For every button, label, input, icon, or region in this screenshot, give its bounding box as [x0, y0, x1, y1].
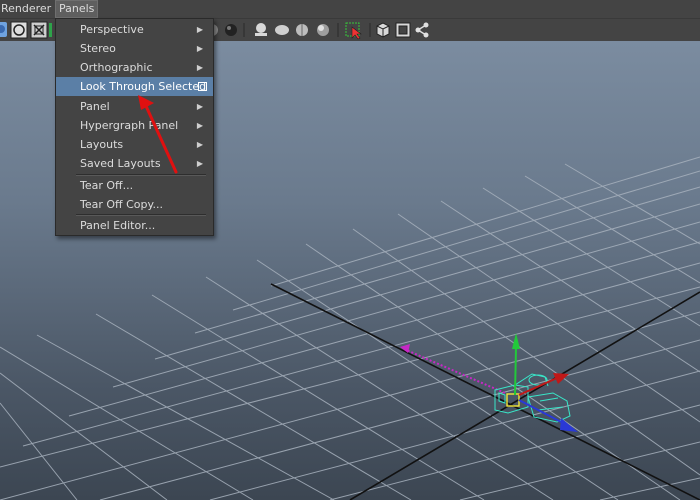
triangle-right-icon: ▶: [196, 25, 203, 34]
menu-item-label: Look Through Selected: [80, 80, 207, 93]
menu-item-tear-off-copy[interactable]: Tear Off Copy...: [56, 195, 213, 214]
triangle-right-icon: ▶: [196, 159, 203, 168]
menu-item-label: Saved Layouts: [80, 157, 161, 170]
menu-item-label: Stereo: [80, 42, 116, 55]
menu-item-look-through-selected[interactable]: Look Through Selected: [56, 77, 213, 96]
smooth-shade-icon[interactable]: [10, 21, 28, 39]
ao-icon[interactable]: [275, 25, 289, 35]
menu-item-label: Layouts: [80, 138, 124, 151]
menu-item-label: Panel: [80, 100, 110, 113]
light-icon[interactable]: [255, 23, 267, 36]
menu-item-perspective[interactable]: Perspective ▶: [56, 20, 213, 39]
menu-bar: Renderer Panels: [0, 0, 700, 18]
menu-item-hypergraph-panel[interactable]: Hypergraph Panel ▶: [56, 116, 213, 135]
z-axis-arrow[interactable]: [560, 418, 578, 432]
panels-dropdown-menu: Perspective ▶ Stereo ▶ Orthographic ▶ Lo…: [55, 18, 214, 236]
y-axis-handle[interactable]: [514, 346, 517, 396]
menu-item-label: Hypergraph Panel: [80, 119, 179, 132]
share-icon[interactable]: [415, 22, 429, 38]
menu-item-label: Tear Off Copy...: [80, 198, 163, 211]
menu-item-tear-off[interactable]: Tear Off...: [56, 176, 213, 195]
select-icon[interactable]: [345, 22, 362, 40]
menu-item-label: Panel Editor...: [80, 219, 156, 232]
texture-icon[interactable]: [296, 24, 308, 36]
menu-item-layouts[interactable]: Layouts ▶: [56, 135, 213, 154]
option-box-icon[interactable]: [198, 82, 207, 91]
menu-item-stereo[interactable]: Stereo ▶: [56, 39, 213, 58]
menu-renderer[interactable]: Renderer: [0, 1, 54, 17]
menu-item-panel-editor[interactable]: Panel Editor...: [56, 216, 213, 235]
green-marker-icon: [49, 23, 52, 37]
triangle-right-icon: ▶: [196, 63, 203, 72]
menu-item-saved-layouts[interactable]: Saved Layouts ▶: [56, 154, 213, 173]
isolate-icon[interactable]: [376, 22, 390, 38]
menu-item-panel[interactable]: Panel ▶: [56, 97, 213, 116]
menu-item-orthographic[interactable]: Orthographic ▶: [56, 58, 213, 77]
triangle-right-icon: ▶: [196, 140, 203, 149]
shadow-icon[interactable]: [317, 24, 329, 36]
triangle-right-icon: ▶: [196, 121, 203, 130]
triangle-right-icon: ▶: [196, 44, 203, 53]
menu-panels[interactable]: Panels: [55, 0, 99, 18]
grid-axes: [270, 283, 700, 500]
triangle-right-icon: ▶: [196, 102, 203, 111]
menu-item-label: Orthographic: [80, 61, 153, 74]
shaded-sphere-icon[interactable]: [225, 24, 237, 36]
menu-item-label: Perspective: [80, 23, 144, 36]
menu-item-label: Tear Off...: [80, 179, 134, 192]
xray-icon[interactable]: [30, 21, 48, 39]
frame-icon[interactable]: [395, 22, 411, 38]
wireframe-icon[interactable]: [0, 22, 7, 37]
